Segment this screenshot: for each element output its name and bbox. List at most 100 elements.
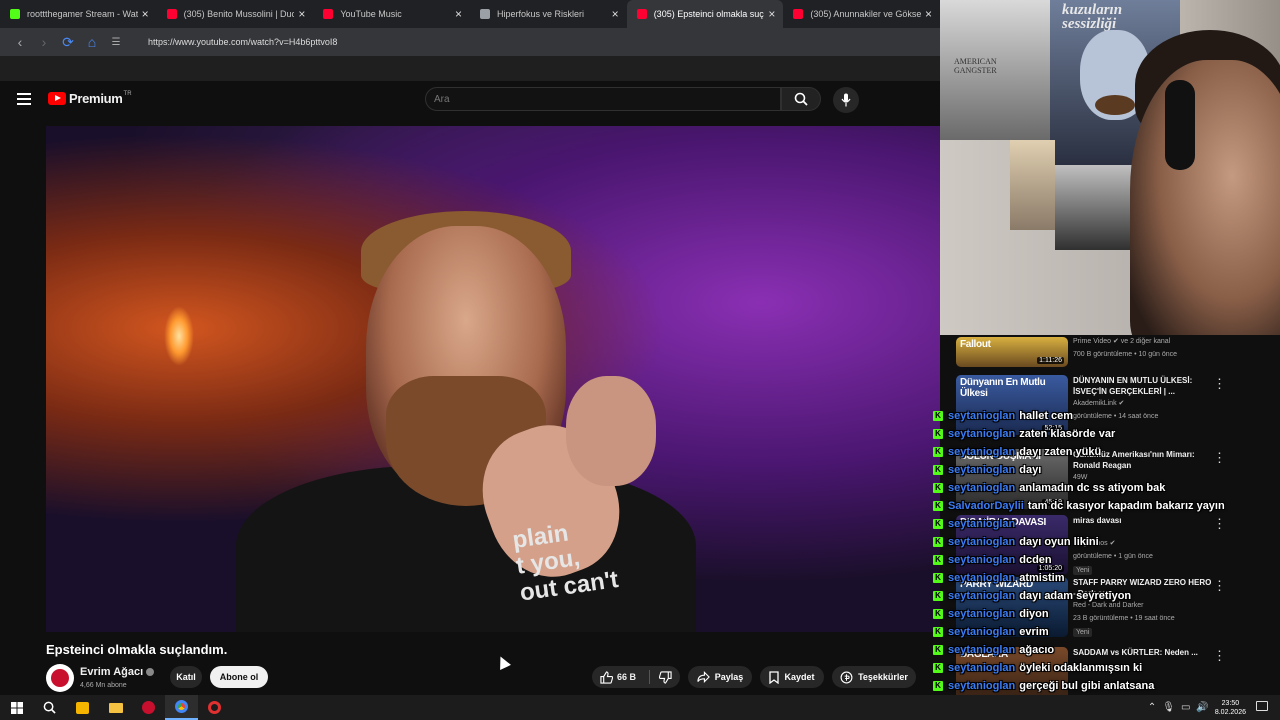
chat-text: gerçeği bul gibi anlatsana — [1019, 680, 1155, 692]
moth-icon — [1095, 95, 1135, 115]
app-red[interactable] — [132, 695, 165, 720]
site-settings-icon[interactable]: ☰ — [104, 37, 128, 48]
close-tab-icon[interactable]: × — [612, 7, 619, 21]
chat-username: seytanioglan — [948, 644, 1016, 656]
thanks-button[interactable]: Teşekkürler — [832, 666, 916, 688]
close-tab-icon[interactable]: × — [455, 7, 462, 21]
kick-badge-icon: K — [933, 411, 943, 422]
chat-text: dayı oyun likini — [1019, 536, 1099, 548]
volume-icon[interactable]: 🔊 — [1196, 702, 1208, 713]
sidebar-video-title[interactable]: DÜNYANIN EN MUTLU ÜLKESİ: İSVEÇ'İN GERÇE… — [1073, 375, 1213, 397]
browser-tab[interactable]: (305) Benito Mussolini | Duce - × — [157, 0, 314, 28]
chat-message: Kseytanioglan zaten klasörde var — [925, 428, 1115, 444]
chat-message: Kseytanioglan hallet cem — [925, 410, 1073, 426]
back-icon[interactable]: ‹ — [8, 34, 32, 50]
chat-message: Kseytanioglan ağacıo — [925, 644, 1054, 660]
forward-icon[interactable]: › — [32, 34, 56, 50]
more-options-icon[interactable]: ⋮ — [1213, 377, 1226, 390]
headphones-icon — [1165, 80, 1195, 170]
presenter-hand — [566, 376, 656, 486]
home-icon[interactable]: ⌂ — [80, 34, 104, 50]
video-thumbnail[interactable]: Fallout 1:11:26 — [956, 337, 1068, 367]
youtube-logo[interactable]: Premium TR — [48, 91, 132, 106]
thumbs-down-icon — [658, 670, 672, 684]
kick-badge-icon: K — [933, 501, 943, 512]
kick-badge-icon: K — [933, 681, 943, 692]
kick-badge-icon: K — [933, 537, 943, 548]
sidebar-video-meta: Prime Video ✔ ve 2 diğer kanal — [1073, 338, 1171, 345]
like-count: 66 B — [617, 672, 637, 682]
chat-username: seytanioglan — [948, 554, 1016, 566]
tab-title: (305) Epsteinci olmakla suç — [653, 9, 764, 19]
red-app-icon — [142, 701, 155, 714]
notification-icon[interactable] — [1256, 701, 1268, 711]
save-button[interactable]: Kaydet — [760, 666, 824, 688]
store-icon — [76, 701, 89, 714]
browser-tab[interactable]: (305) Anunnakiler ve Göksel An× — [783, 0, 940, 28]
chat-username: seytanioglan — [948, 428, 1016, 440]
search-input[interactable] — [425, 87, 781, 111]
taskbar-search-button[interactable] — [33, 695, 66, 720]
kick-badge-icon: K — [933, 573, 943, 584]
video-title: Epsteinci olmakla suçlandım. — [46, 642, 228, 657]
chat-message: Kseytanioglan dayı adam seyretiyon — [925, 590, 1131, 606]
join-button[interactable]: Katıl — [170, 666, 202, 688]
kick-badge-icon: K — [933, 645, 943, 656]
logo-region: TR — [123, 91, 132, 97]
tab-favicon-icon — [10, 9, 20, 19]
microphone-tray-icon[interactable]: 🎙 — [1162, 702, 1175, 713]
browser-tab[interactable]: (305) Epsteinci olmakla suç × — [626, 0, 784, 28]
voice-search-button[interactable] — [833, 87, 859, 113]
search-icon — [794, 92, 808, 106]
chat-username: seytanioglan — [948, 662, 1016, 674]
kick-badge-icon: K — [933, 609, 943, 620]
close-tab-icon[interactable]: × — [925, 7, 932, 21]
dislike-button[interactable] — [650, 670, 680, 684]
browser-tab[interactable]: YouTube Music × — [313, 0, 470, 28]
url-field[interactable]: https://www.youtube.com/watch?v=H4b6pttv… — [148, 37, 337, 47]
webcam-overlay: AMERICAN GANGSTER kuzuların sessizliği — [940, 0, 1280, 335]
mouse-cursor-icon — [495, 654, 511, 670]
search-button[interactable] — [781, 87, 821, 111]
share-button[interactable]: Paylaş — [688, 666, 752, 688]
chat-message: Kseytanioglan — [925, 518, 1019, 534]
store-app[interactable] — [66, 695, 99, 720]
start-button[interactable] — [0, 695, 33, 720]
share-icon — [697, 671, 710, 683]
search-icon — [43, 701, 56, 714]
close-tab-icon[interactable]: × — [298, 7, 305, 21]
youtube-play-icon — [48, 92, 66, 105]
chat-message: Kseytanioglan atmistim — [925, 572, 1065, 588]
chat-message: K SalvadorDaylii tam dc kasıyor kapadım ba… — [925, 500, 1225, 516]
video-player[interactable]: plain t you, out can't — [46, 126, 940, 632]
close-tab-icon[interactable]: × — [142, 7, 149, 21]
subscriber-count: 4,66 Mn abone — [80, 682, 127, 689]
tray-arrow-icon[interactable]: ⌃ — [1148, 702, 1156, 713]
chat-text: tam dc kasıyor kapadım bakarız yayın — [1027, 500, 1225, 512]
chat-message: Kseytanioglan anlamadın dc ss atiyom bak — [925, 482, 1165, 498]
chrome-app[interactable] — [165, 695, 198, 720]
close-tab-icon[interactable]: × — [768, 7, 775, 21]
subscribe-button[interactable]: Abone ol — [210, 666, 268, 688]
file-explorer-app[interactable] — [99, 695, 132, 720]
network-icon[interactable]: ▭ — [1181, 702, 1190, 713]
kick-badge-icon: K — [933, 627, 943, 638]
windows-taskbar: ⌃ 🎙 ▭ 🔊 23:50 8.02.2026 — [0, 695, 1280, 720]
chat-text: atmistim — [1019, 572, 1065, 584]
hamburger-menu-icon[interactable] — [17, 93, 31, 108]
reload-icon[interactable]: ⟳ — [56, 34, 80, 51]
poster2-text: kuzuların sessizliği — [1062, 2, 1123, 32]
opera-app[interactable] — [198, 695, 231, 720]
channel-avatar[interactable] — [46, 664, 74, 692]
channel-name[interactable]: Evrim Ağacı — [80, 666, 155, 678]
browser-tab[interactable]: roottthegamer Stream - Watch l × — [0, 0, 157, 28]
like-button[interactable]: 66 B — [592, 670, 649, 684]
logo-text: Premium — [69, 91, 123, 106]
chat-text: dayı — [1019, 464, 1042, 476]
kick-badge-icon: K — [933, 465, 943, 476]
clock[interactable]: 23:50 8.02.2026 — [1215, 699, 1246, 717]
browser-tab[interactable]: Hiperfokus ve Riskleri × — [470, 0, 627, 28]
thumbnail-text: Dünyanın En Mutlu Ülkesi — [960, 377, 1046, 399]
windows-icon — [10, 701, 23, 714]
chat-text: ağacıo — [1019, 644, 1055, 656]
